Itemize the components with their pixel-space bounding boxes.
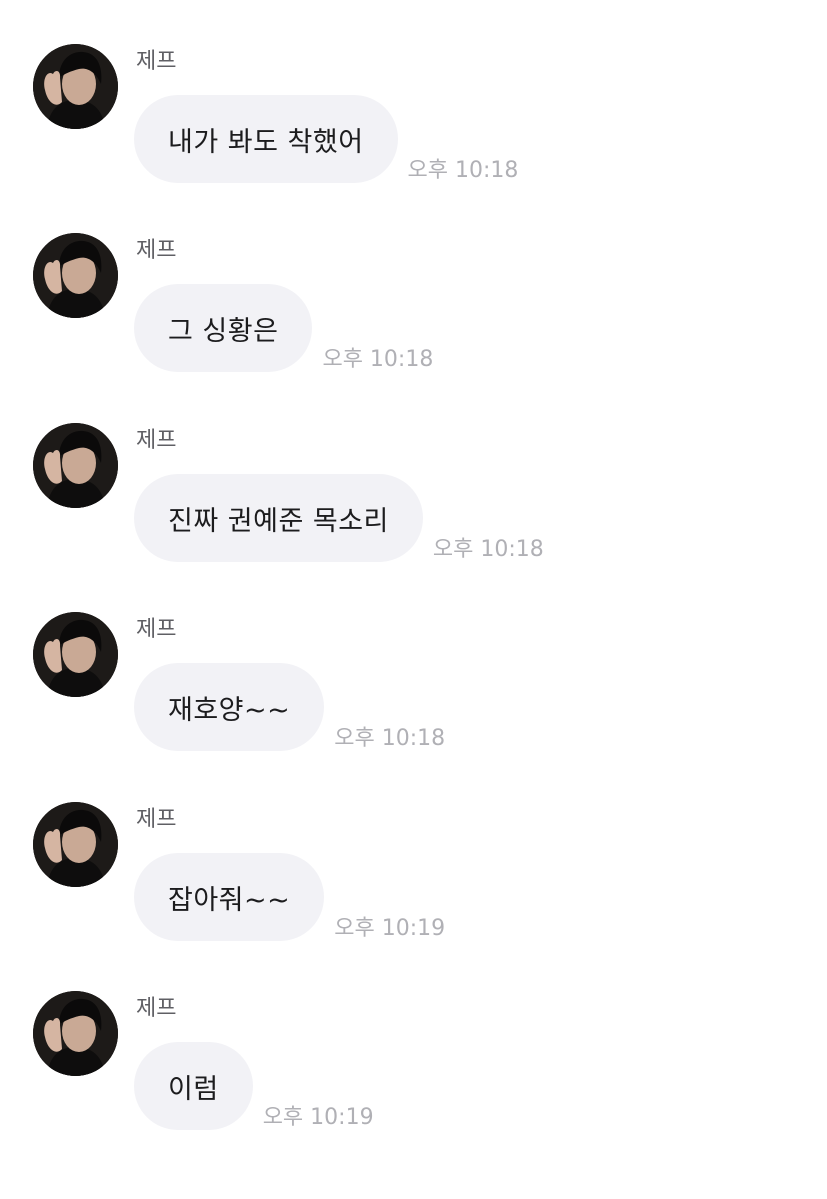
sender-name: 제프 xyxy=(136,428,177,453)
chat-log[interactable]: 제프 내가 봐도 착했어 오후 10:18 제프 그 싱황은 오후 10:18 xyxy=(0,0,827,1199)
message-bubble[interactable]: 내가 봐도 착했어 xyxy=(134,95,398,183)
sender-avatar[interactable] xyxy=(33,612,118,697)
message-timestamp: 오후 10:19 xyxy=(334,916,446,941)
message-6: 제프 이럼 오후 10:19 xyxy=(0,947,827,1130)
avatar-photo-icon xyxy=(33,802,118,887)
avatar-photo-icon xyxy=(33,44,118,129)
message-3: 제프 진짜 권예준 목소리 오후 10:18 xyxy=(0,379,827,562)
message-timestamp: 오후 10:18 xyxy=(407,158,519,183)
avatar-photo-icon xyxy=(33,423,118,508)
avatar-photo-icon xyxy=(33,233,118,318)
sender-avatar[interactable] xyxy=(33,233,118,318)
message-timestamp: 오후 10:19 xyxy=(262,1105,374,1130)
message-1: 제프 내가 봐도 착했어 오후 10:18 xyxy=(0,0,827,183)
message-5: 제프 잡아줘~~ 오후 10:19 xyxy=(0,758,827,941)
message-2: 제프 그 싱황은 오후 10:18 xyxy=(0,189,827,372)
sender-name: 제프 xyxy=(136,617,177,642)
avatar-photo-icon xyxy=(33,991,118,1076)
message-timestamp: 오후 10:18 xyxy=(334,726,446,751)
message-bubble[interactable]: 진짜 권예준 목소리 xyxy=(134,474,423,562)
message-bubble[interactable]: 재호양~~ xyxy=(134,663,325,751)
sender-name: 제프 xyxy=(136,238,177,263)
message-timestamp: 오후 10:18 xyxy=(432,537,544,562)
sender-avatar[interactable] xyxy=(33,991,118,1076)
message-4: 제프 재호양~~ 오후 10:18 xyxy=(0,568,827,751)
sender-name: 제프 xyxy=(136,807,177,832)
message-bubble[interactable]: 잡아줘~~ xyxy=(134,853,325,941)
sender-name: 제프 xyxy=(136,49,177,74)
message-timestamp: 오후 10:18 xyxy=(322,347,434,372)
avatar-photo-icon xyxy=(33,612,118,697)
message-bubble[interactable]: 그 싱황은 xyxy=(134,284,313,372)
message-bubble[interactable]: 이럼 xyxy=(134,1042,253,1130)
sender-avatar[interactable] xyxy=(33,44,118,129)
sender-name: 제프 xyxy=(136,996,177,1021)
sender-avatar[interactable] xyxy=(33,423,118,508)
sender-avatar[interactable] xyxy=(33,802,118,887)
